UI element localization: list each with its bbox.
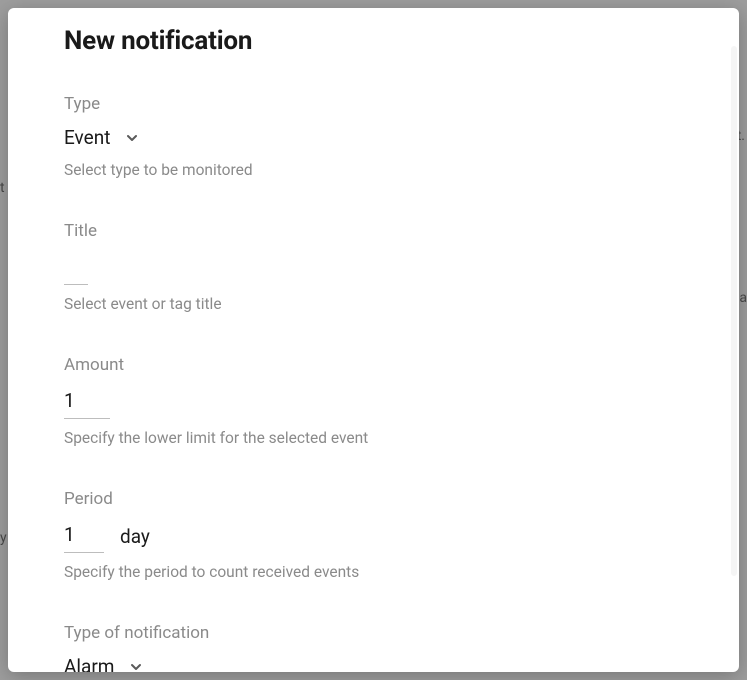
notification-type-field: Type of notification Alarm: [64, 623, 683, 672]
amount-label: Amount: [64, 355, 683, 375]
modal-title: New notification: [64, 26, 683, 56]
title-field: Title Select event or tag title: [64, 221, 683, 313]
title-helper: Select event or tag title: [64, 295, 683, 313]
type-helper: Select type to be monitored: [64, 161, 683, 179]
notification-type-label: Type of notification: [64, 623, 683, 643]
period-field: Period day Specify the period to count r…: [64, 489, 683, 581]
amount-field: Amount Specify the lower limit for the s…: [64, 355, 683, 447]
amount-helper: Specify the lower limit for the selected…: [64, 429, 683, 447]
type-select-value: Event: [64, 126, 110, 149]
chevron-down-icon: [128, 659, 144, 673]
bg-fragment: t: [0, 180, 5, 196]
scrollbar[interactable]: [731, 46, 737, 576]
period-unit: day: [120, 525, 150, 548]
notification-type-select[interactable]: Alarm: [64, 653, 144, 672]
notification-type-select-value: Alarm: [64, 655, 114, 672]
type-label: Type: [64, 94, 683, 114]
chevron-down-icon: [124, 130, 140, 146]
new-notification-modal: New notification Type Event Select type …: [8, 8, 739, 672]
title-input[interactable]: [64, 251, 88, 285]
type-select[interactable]: Event: [64, 124, 140, 151]
bg-fragment: y: [0, 530, 7, 546]
type-field: Type Event Select type to be monitored: [64, 94, 683, 179]
period-input[interactable]: [64, 519, 104, 553]
title-label: Title: [64, 221, 683, 241]
period-label: Period: [64, 489, 683, 509]
period-helper: Specify the period to count received eve…: [64, 563, 683, 581]
amount-input[interactable]: [64, 385, 110, 419]
